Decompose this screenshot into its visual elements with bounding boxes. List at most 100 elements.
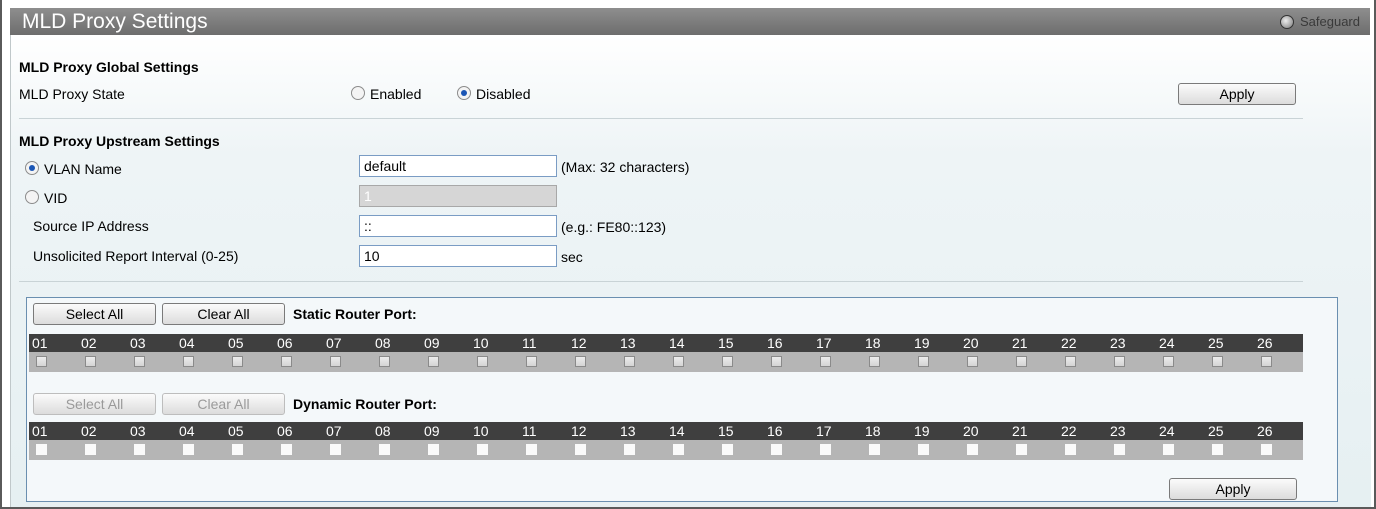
vid-input bbox=[359, 185, 557, 207]
static-port-checkbox-06[interactable] bbox=[281, 356, 292, 367]
port-number-12: 12 bbox=[571, 423, 587, 439]
source-ip-hint: (e.g.: FE80::123) bbox=[561, 219, 667, 235]
port-number-02: 02 bbox=[81, 423, 97, 439]
ports-apply-button[interactable]: Apply bbox=[1169, 478, 1297, 500]
port-number-16: 16 bbox=[767, 423, 783, 439]
static-port-checkbox-14[interactable] bbox=[673, 356, 684, 367]
static-port-checkbox-18[interactable] bbox=[869, 356, 880, 367]
disabled-label: Disabled bbox=[476, 86, 531, 102]
dynamic-port-checkbox-16 bbox=[771, 444, 782, 455]
port-number-01: 01 bbox=[32, 423, 48, 439]
port-number-04: 04 bbox=[179, 335, 195, 351]
dynamic-port-number-row: 01 02 03 04 05 06 07 08 09 10 11 12 13 14 15 16 17 18 19 20… bbox=[29, 422, 1303, 440]
static-port-checkbox-02[interactable] bbox=[85, 356, 96, 367]
disabled-radio[interactable] bbox=[457, 86, 471, 100]
dynamic-port-checkbox-08 bbox=[379, 444, 390, 455]
port-number-13: 13 bbox=[620, 423, 636, 439]
port-number-19: 19 bbox=[914, 335, 930, 351]
enabled-radio[interactable] bbox=[351, 86, 365, 100]
static-port-checkbox-15[interactable] bbox=[722, 356, 733, 367]
dynamic-port-checkbox-26 bbox=[1261, 444, 1272, 455]
static-port-checkbox-24[interactable] bbox=[1163, 356, 1174, 367]
static-clear-all-button[interactable]: Clear All bbox=[162, 303, 285, 325]
vid-radio[interactable] bbox=[25, 190, 39, 204]
dynamic-port-checkbox-24 bbox=[1163, 444, 1174, 455]
interval-label: Unsolicited Report Interval (0-25) bbox=[33, 248, 239, 264]
dynamic-port-checkbox-15 bbox=[722, 444, 733, 455]
dynamic-port-checkbox-02 bbox=[85, 444, 96, 455]
static-router-port-title: Static Router Port: bbox=[293, 306, 417, 322]
dynamic-port-checkbox-20 bbox=[967, 444, 978, 455]
static-port-checkbox-09[interactable] bbox=[428, 356, 439, 367]
port-number-17: 17 bbox=[816, 335, 832, 351]
port-number-14: 14 bbox=[669, 423, 685, 439]
title-bar: MLD Proxy Settings Safeguard bbox=[10, 8, 1370, 35]
dynamic-port-checkbox-25 bbox=[1212, 444, 1223, 455]
static-port-number-row: 01 02 03 04 05 06 07 08 09 10 11 12 13 14 15 16 17 18 19 20… bbox=[29, 334, 1303, 352]
static-port-checkbox-12[interactable] bbox=[575, 356, 586, 367]
vid-option[interactable]: VID bbox=[25, 190, 67, 206]
port-number-24: 24 bbox=[1159, 423, 1175, 439]
port-number-17: 17 bbox=[816, 423, 832, 439]
divider bbox=[19, 281, 1303, 282]
enabled-label: Enabled bbox=[370, 86, 422, 102]
port-number-12: 12 bbox=[571, 335, 587, 351]
static-select-all-button[interactable]: Select All bbox=[33, 303, 156, 325]
static-port-checkbox-16[interactable] bbox=[771, 356, 782, 367]
static-port-checkbox-20[interactable] bbox=[967, 356, 978, 367]
source-ip-label: Source IP Address bbox=[33, 218, 149, 234]
vlan-name-radio[interactable] bbox=[25, 161, 39, 175]
static-port-checkbox-10[interactable] bbox=[477, 356, 488, 367]
state-disabled-option[interactable]: Disabled bbox=[457, 86, 530, 102]
divider bbox=[19, 118, 1303, 119]
static-port-checkbox-13[interactable] bbox=[624, 356, 635, 367]
static-port-checkbox-25[interactable] bbox=[1212, 356, 1223, 367]
state-enabled-option[interactable]: Enabled bbox=[351, 86, 421, 102]
interval-input[interactable] bbox=[359, 245, 557, 267]
port-number-21: 21 bbox=[1012, 335, 1028, 351]
dynamic-port-checkbox-22 bbox=[1065, 444, 1076, 455]
dynamic-port-checkbox-17 bbox=[820, 444, 831, 455]
port-number-11: 11 bbox=[522, 335, 537, 351]
static-port-checkbox-05[interactable] bbox=[232, 356, 243, 367]
static-port-checkbox-03[interactable] bbox=[134, 356, 145, 367]
static-port-checkbox-04[interactable] bbox=[183, 356, 194, 367]
dynamic-port-checkbox-19 bbox=[918, 444, 929, 455]
static-port-checkbox-07[interactable] bbox=[330, 356, 341, 367]
vlan-name-option[interactable]: VLAN Name bbox=[25, 161, 122, 177]
dynamic-port-checkbox-21 bbox=[1016, 444, 1027, 455]
dynamic-port-checkbox-01 bbox=[36, 444, 47, 455]
static-port-checkbox-17[interactable] bbox=[820, 356, 831, 367]
global-apply-button[interactable]: Apply bbox=[1178, 83, 1296, 105]
port-number-25: 25 bbox=[1208, 335, 1224, 351]
port-number-19: 19 bbox=[914, 423, 930, 439]
dynamic-port-checkbox-09 bbox=[428, 444, 439, 455]
port-number-09: 09 bbox=[424, 335, 440, 351]
port-number-01: 01 bbox=[32, 335, 48, 351]
dynamic-port-checkbox-row bbox=[29, 440, 1303, 460]
safeguard-indicator[interactable]: Safeguard bbox=[1280, 14, 1360, 29]
static-port-checkbox-row bbox=[29, 352, 1303, 372]
port-number-20: 20 bbox=[963, 335, 979, 351]
vlan-name-input[interactable] bbox=[359, 155, 557, 177]
static-port-checkbox-21[interactable] bbox=[1016, 356, 1027, 367]
port-number-20: 20 bbox=[963, 423, 979, 439]
dynamic-clear-all-button: Clear All bbox=[162, 393, 285, 415]
port-number-13: 13 bbox=[620, 335, 636, 351]
static-port-checkbox-08[interactable] bbox=[379, 356, 390, 367]
dynamic-port-checkbox-03 bbox=[134, 444, 145, 455]
dynamic-port-checkbox-06 bbox=[281, 444, 292, 455]
port-number-07: 07 bbox=[326, 335, 342, 351]
static-port-checkbox-22[interactable] bbox=[1065, 356, 1076, 367]
static-port-checkbox-11[interactable] bbox=[526, 356, 537, 367]
static-port-checkbox-23[interactable] bbox=[1114, 356, 1125, 367]
port-number-07: 07 bbox=[326, 423, 342, 439]
port-number-10: 10 bbox=[473, 423, 489, 439]
port-number-03: 03 bbox=[130, 423, 146, 439]
dynamic-select-all-button: Select All bbox=[33, 393, 156, 415]
static-port-checkbox-19[interactable] bbox=[918, 356, 929, 367]
static-port-checkbox-26[interactable] bbox=[1261, 356, 1272, 367]
vid-label: VID bbox=[44, 190, 68, 206]
static-port-checkbox-01[interactable] bbox=[36, 356, 47, 367]
source-ip-input[interactable] bbox=[359, 215, 557, 237]
